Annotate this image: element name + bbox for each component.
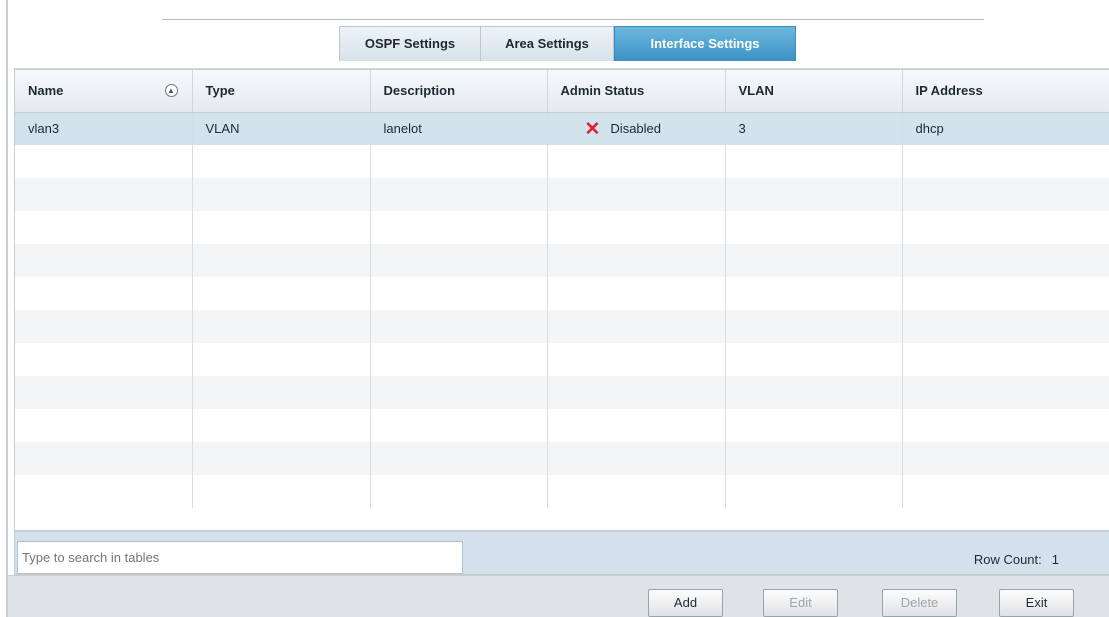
edit-button[interactable]: Edit xyxy=(763,589,838,617)
tab-bar: OSPF Settings Area Settings Interface Se… xyxy=(339,26,796,62)
empty-row xyxy=(15,310,1109,343)
empty-row xyxy=(15,145,1109,178)
tab-area-settings[interactable]: Area Settings xyxy=(481,26,614,62)
exit-button[interactable]: Exit xyxy=(999,589,1074,617)
empty-row xyxy=(15,409,1109,442)
search-input[interactable] xyxy=(17,541,463,574)
row-count-value: 1 xyxy=(1051,552,1059,567)
cell-name: vlan3 xyxy=(15,112,193,145)
cell-vlan: 3 xyxy=(725,112,903,145)
action-bar: Add Edit Delete Exit xyxy=(8,575,1109,617)
empty-row xyxy=(15,178,1109,211)
divider-line xyxy=(162,19,984,20)
delete-button[interactable]: Delete xyxy=(882,589,957,617)
cell-type: VLAN xyxy=(192,112,371,145)
table-header-row: Name ▲ Type Description Admin Status VLA… xyxy=(15,70,1109,113)
table-row[interactable]: vlan3 VLAN lanelot ✕ Disabled 3 dhcp xyxy=(15,112,1109,145)
empty-row xyxy=(15,343,1109,376)
column-header-ip-address[interactable]: IP Address xyxy=(902,70,1109,113)
sort-ascending-icon[interactable]: ▲ xyxy=(164,84,178,97)
cell-ip-address: dhcp xyxy=(902,112,1109,145)
add-button[interactable]: Add xyxy=(648,589,723,617)
column-header-vlan[interactable]: VLAN xyxy=(725,70,903,113)
column-header-type[interactable]: Type xyxy=(192,70,371,113)
tab-panel-top xyxy=(14,61,1109,69)
empty-row xyxy=(15,475,1109,508)
tab-interface-settings[interactable]: Interface Settings xyxy=(614,26,796,62)
empty-row xyxy=(15,211,1109,244)
x-icon: ✕ xyxy=(584,118,601,140)
admin-status-label: Disabled xyxy=(610,120,662,136)
interface-table: Name ▲ Type Description Admin Status VLA… xyxy=(14,69,1109,531)
cell-description: lanelot xyxy=(370,112,548,145)
table-footer-bar: Row Count: 1 xyxy=(14,531,1109,575)
empty-row xyxy=(15,277,1109,310)
row-count-label: Row Count: xyxy=(973,552,1042,567)
row-count: Row Count: 1 xyxy=(974,552,1059,567)
empty-row xyxy=(15,244,1109,277)
empty-row xyxy=(15,442,1109,475)
cell-admin-status: ✕ Disabled xyxy=(547,112,726,145)
column-header-name[interactable]: Name ▲ xyxy=(15,70,193,113)
frame-left-border xyxy=(6,0,8,617)
column-header-description[interactable]: Description xyxy=(370,70,548,113)
column-header-admin-status[interactable]: Admin Status xyxy=(547,70,726,113)
tab-ospf-settings[interactable]: OSPF Settings xyxy=(339,26,481,62)
empty-row xyxy=(15,376,1109,409)
column-header-label: Name xyxy=(28,83,64,99)
